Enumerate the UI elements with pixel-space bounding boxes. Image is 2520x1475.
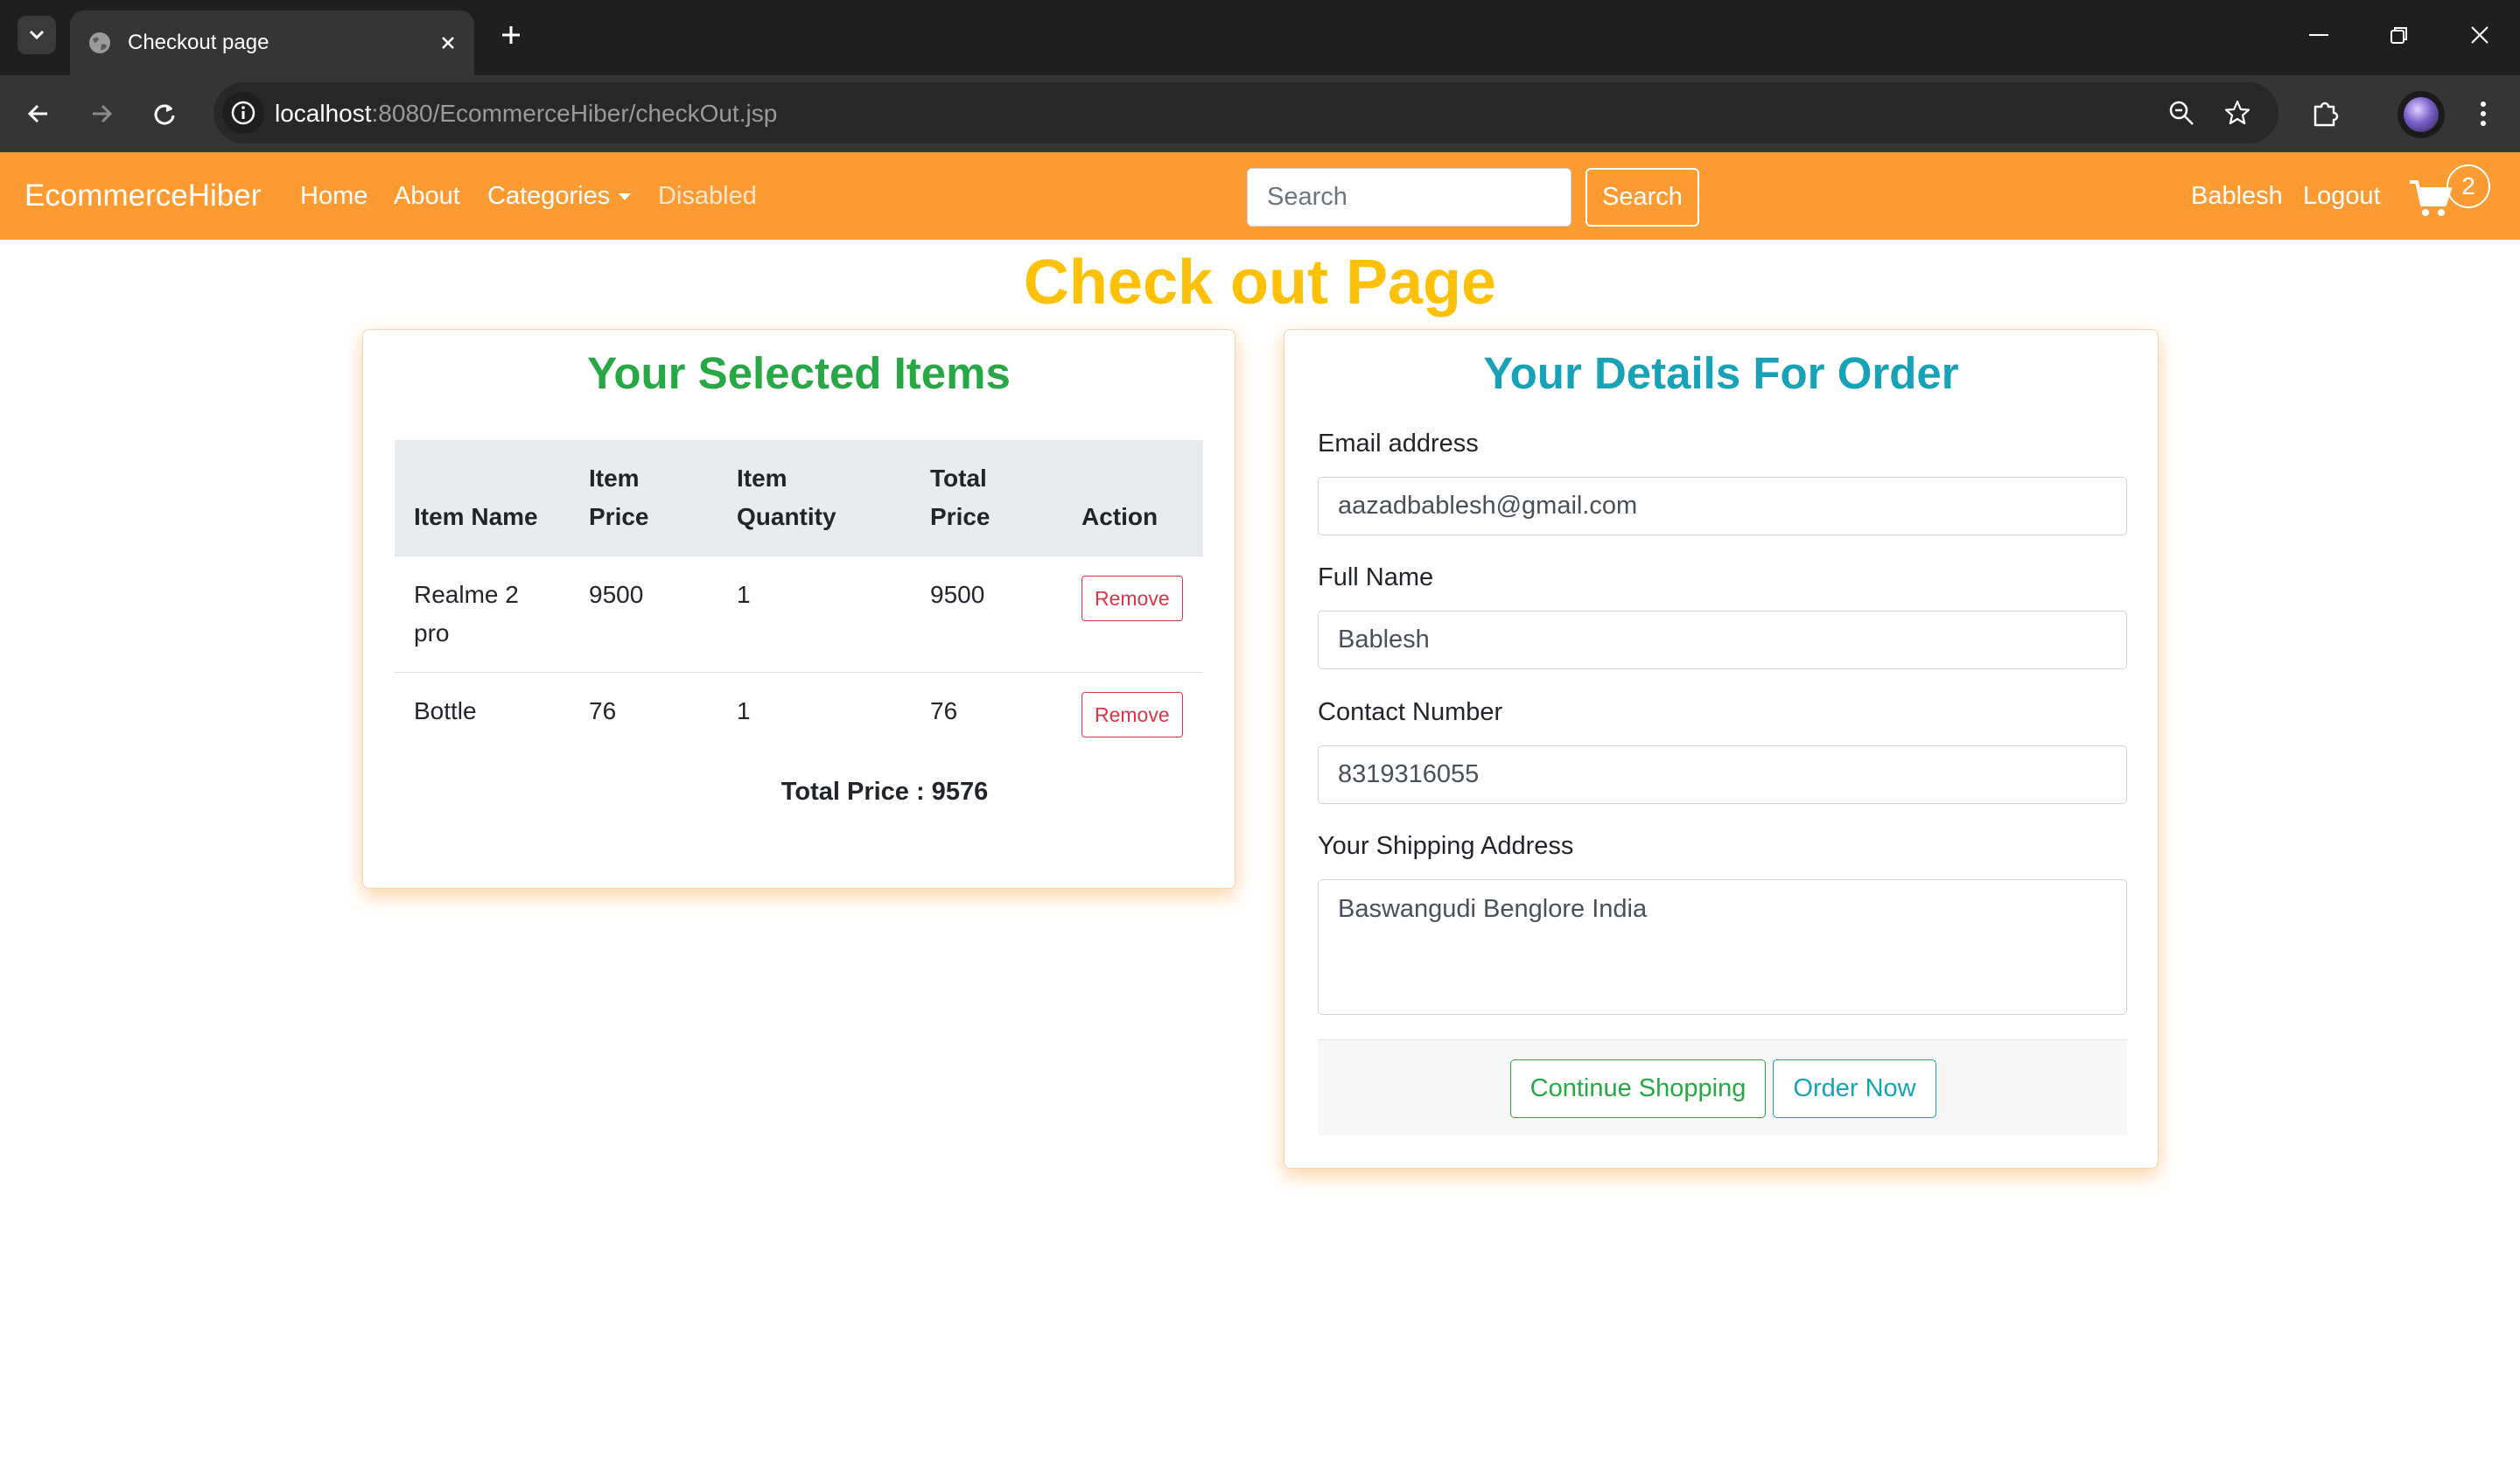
order-details-card: Your Details For Order Email address aaz… [1284,329,2159,1169]
browser-tab[interactable]: Checkout page [70,10,474,75]
total-price: Total Price : 9576 [780,778,989,806]
table-row: Realme 2 pro 9500 1 9500 Remove [395,556,1203,673]
url-host: localhost [275,100,372,127]
restore-button[interactable] [2359,0,2440,70]
item-name: Bottle [395,672,570,757]
item-quantity: 1 [718,556,911,673]
site-info-button[interactable] [222,92,264,134]
shipping-address-label: Your Shipping Address [1318,832,1574,860]
more-vert-icon [2481,101,2486,126]
nav-user[interactable]: Bablesh [2191,182,2283,211]
minimize-button[interactable] [2278,0,2359,70]
search-input[interactable]: Search [1247,168,1572,227]
contact-number-label: Contact Number [1318,698,1503,726]
selected-items-heading: Your Selected Items [587,348,1011,398]
url-text: localhost:8080/EcommerceHiber/checkOut.j… [275,100,777,128]
caret-down-icon [619,193,632,201]
browser-menu-button[interactable] [2462,93,2504,135]
item-quantity: 1 [718,672,911,757]
cart-count-badge: 2 [2446,164,2490,208]
url-path: :8080/EcommerceHiber/checkOut.jsp [371,100,778,127]
nav-disabled: Disabled [658,182,757,210]
email-label: Email address [1318,430,1479,458]
page-title: Check out Page [1023,248,1497,318]
minimize-icon [2309,34,2328,36]
nav-categories-dropdown[interactable]: Categories [487,182,632,211]
remove-button[interactable]: Remove [1082,576,1183,621]
nav-home[interactable]: Home [300,182,368,211]
tab-title: Checkout page [128,31,270,54]
contact-number-field[interactable]: 8319316055 [1318,745,2127,804]
info-icon [231,101,256,125]
order-details-heading: Your Details For Order [1483,348,1959,398]
star-icon [2224,100,2250,125]
arrow-right-icon [93,104,113,123]
close-icon [442,37,454,49]
back-button[interactable] [18,93,60,135]
column-total-price-label: Total Price [930,465,990,530]
table-header-row: Item Name Item Price Item Quantity Total… [395,440,1203,556]
tab-search-button[interactable] [18,16,56,54]
continue-shopping-button[interactable]: Continue Shopping [1510,1059,1766,1118]
avatar [2404,97,2439,132]
site-navbar: EcommerceHiber Home About Categories Dis… [0,152,2520,240]
full-name-label: Full Name [1318,563,1434,591]
chevron-down-icon [29,30,45,40]
full-name-field[interactable]: Bablesh [1318,611,2127,669]
column-item-quantity-label: Item Quantity [737,465,836,530]
item-price: 9500 [570,556,718,673]
browser-tabstrip: Checkout page [0,0,2520,75]
profile-avatar[interactable] [2398,91,2445,138]
forward-button[interactable] [80,93,122,135]
item-price: 76 [570,672,718,757]
search-button[interactable]: Search [1586,168,1699,227]
browser-toolbar: localhost:8080/EcommerceHiber/checkOut.j… [0,75,2520,152]
item-action-cell: Remove [1062,672,1203,757]
globe-icon [89,32,110,53]
nav-logout[interactable]: Logout [2303,182,2381,211]
column-item-price-label: Item Price [589,465,649,530]
column-total-price: Total Price [911,440,1062,556]
zoom-out-icon [2169,101,2194,125]
restore-icon [2390,27,2407,44]
cart-table: Item Name Item Price Item Quantity Total… [395,440,1203,757]
nav-categories-label: Categories [487,182,611,210]
item-name-cell: Realme 2 pro [395,556,570,673]
item-total: 76 [911,672,1062,757]
column-item-price: Item Price [570,440,718,556]
order-now-button[interactable]: Order Now [1773,1059,1936,1118]
column-item-quantity: Item Quantity [718,440,911,556]
column-action: Action [1062,440,1203,556]
extensions-button[interactable] [2305,93,2347,135]
item-total: 9500 [911,556,1062,673]
arrow-left-icon [27,104,47,123]
remove-button[interactable]: Remove [1082,692,1183,738]
new-tab-button[interactable] [494,17,528,52]
selected-items-card: Your Selected Items Item Name Item Price… [362,329,1236,889]
window-close-button[interactable] [2440,0,2520,70]
order-form-footer: Continue Shopping Order Now [1318,1039,2127,1136]
tab-close-button[interactable] [432,27,464,59]
puzzle-icon [2314,101,2339,127]
reload-icon [154,104,175,125]
bookmark-button[interactable] [2219,94,2256,131]
brand-logo[interactable]: EcommerceHiber [24,178,261,213]
shipping-address-field[interactable]: Baswangudi Benglore India [1318,879,2127,1015]
column-item-name: Item Name [395,440,570,556]
reload-button[interactable] [144,93,186,135]
item-action-cell: Remove [1062,556,1203,673]
email-field[interactable]: aazadbablesh@gmail.com [1318,477,2127,535]
table-row: Bottle 76 1 76 Remove [395,672,1203,757]
plus-icon [502,26,520,44]
zoom-button[interactable] [2163,94,2200,131]
address-bar[interactable]: localhost:8080/EcommerceHiber/checkOut.j… [214,82,2278,143]
nav-about[interactable]: About [394,182,460,211]
close-icon [2471,26,2488,44]
item-name: Realme 2 pro [414,581,519,647]
